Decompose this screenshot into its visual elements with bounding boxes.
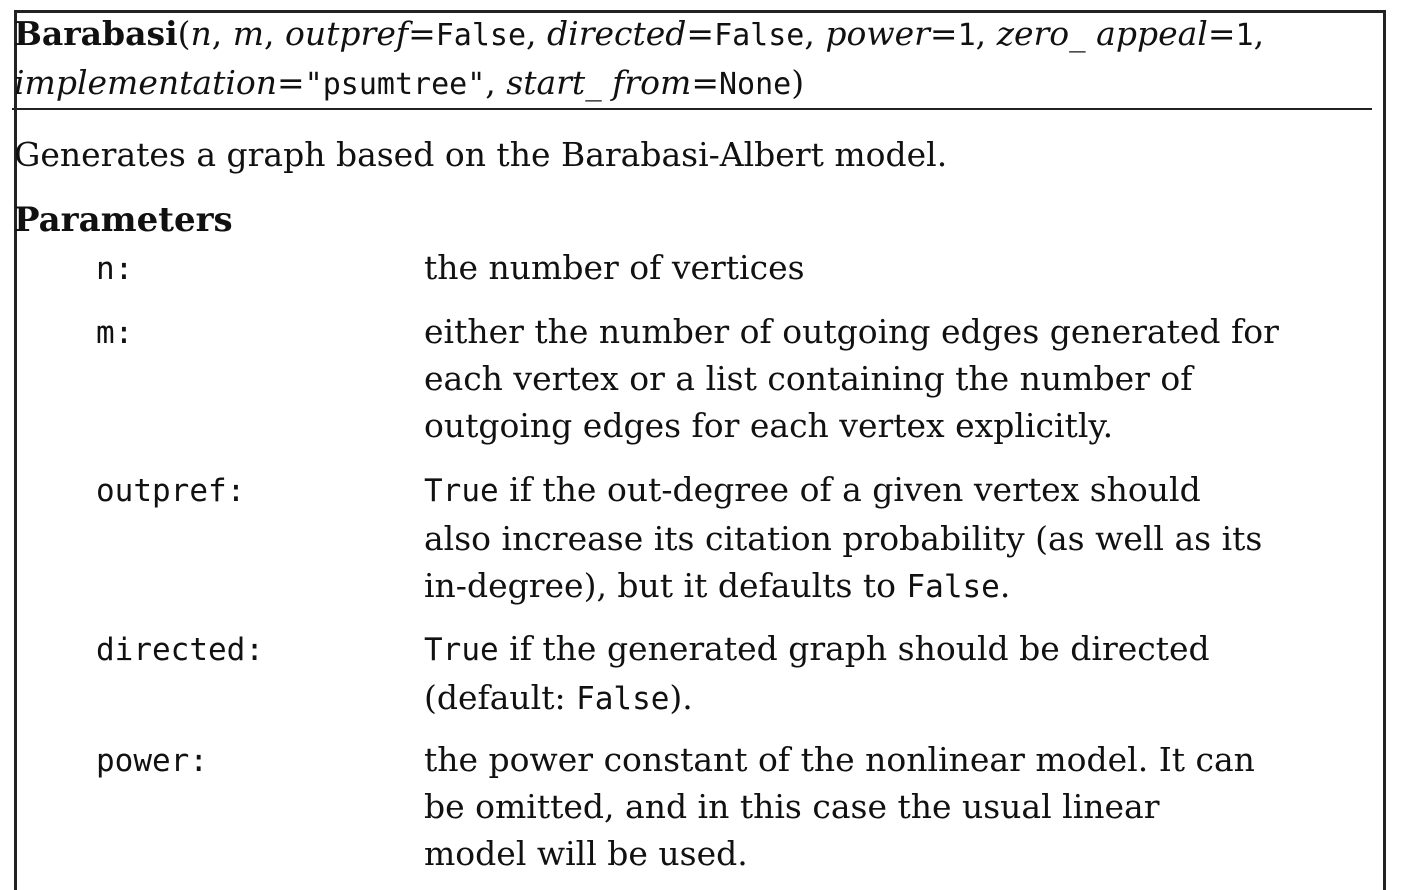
param-desc-line: the number of vertices bbox=[424, 244, 1304, 291]
param-text: ). bbox=[669, 678, 693, 717]
param-desc-line: outgoing edges for each vertex explicitl… bbox=[424, 402, 1304, 449]
param-text: outgoing edges for each vertex explicitl… bbox=[424, 406, 1114, 445]
parameters-heading: Parameters bbox=[14, 200, 233, 240]
code-true: True bbox=[424, 632, 499, 668]
arg-separator: , bbox=[975, 14, 997, 53]
param-desc-line: in-degree), but it defaults to False. bbox=[424, 562, 1304, 611]
param-desc-line: also increase its citation probability (… bbox=[424, 515, 1304, 562]
equals-sign: = bbox=[277, 63, 305, 102]
arg-separator: , bbox=[485, 63, 507, 102]
arg-outpref: outpref bbox=[285, 14, 409, 53]
param-text: if the out-degree of a given vertex shou… bbox=[498, 470, 1201, 509]
param-desc-line: the power constant of the nonlinear mode… bbox=[424, 736, 1304, 783]
arg-m: m bbox=[232, 14, 265, 53]
arg-implementation: implementation bbox=[14, 63, 278, 102]
equals-sign: = bbox=[691, 63, 719, 102]
arg-power-default: 1 bbox=[957, 18, 976, 53]
arg-directed: directed bbox=[547, 14, 687, 53]
param-text: in-degree), but it defaults to bbox=[424, 566, 907, 605]
arg-separator: , bbox=[264, 14, 286, 53]
arg-zero-appeal: zero_ appeal bbox=[996, 14, 1208, 53]
param-desc-line: be omitted, and in this case the usual l… bbox=[424, 783, 1304, 830]
code-true: True bbox=[424, 473, 499, 509]
param-text: if the generated graph should be directe… bbox=[498, 629, 1210, 668]
param-desc-line: either the number of outgoing edges gene… bbox=[424, 308, 1304, 355]
equals-sign: = bbox=[408, 14, 436, 53]
function-signature: Barabasi(n, m, outpref=False, directed=F… bbox=[14, 10, 1354, 108]
param-text: the power constant of the nonlinear mode… bbox=[424, 740, 1255, 779]
code-false: False bbox=[576, 681, 670, 717]
signature-line-2: implementation="psumtree", start_ from=N… bbox=[14, 59, 1354, 108]
param-text: each vertex or a list containing the num… bbox=[424, 359, 1193, 398]
arg-start-from: start_ from bbox=[506, 63, 692, 102]
param-desc-m: either the number of outgoing edges gene… bbox=[424, 308, 1304, 449]
param-name-outpref: outpref: bbox=[96, 473, 246, 509]
param-desc-directed: True if the generated graph should be di… bbox=[424, 625, 1304, 723]
param-desc-line: True if the generated graph should be di… bbox=[424, 625, 1304, 674]
param-name-directed: directed: bbox=[96, 632, 264, 668]
param-text: be omitted, and in this case the usual l… bbox=[424, 787, 1160, 826]
signature-line-1: Barabasi(n, m, outpref=False, directed=F… bbox=[14, 10, 1354, 59]
param-name-power: power: bbox=[96, 743, 208, 779]
arg-power: power bbox=[825, 14, 930, 53]
equals-sign: = bbox=[686, 14, 715, 53]
arg-separator: , bbox=[211, 14, 233, 53]
param-name-n: n: bbox=[96, 251, 134, 287]
param-desc-line: True if the out-degree of a given vertex… bbox=[424, 466, 1304, 515]
arg-outpref-default: False bbox=[435, 18, 527, 53]
arg-separator: , bbox=[526, 14, 548, 53]
function-name: Barabasi bbox=[14, 14, 178, 53]
param-name-m: m: bbox=[96, 315, 134, 351]
param-desc-line: (default: False). bbox=[424, 674, 1304, 723]
open-paren: ( bbox=[177, 14, 191, 53]
param-desc-n: the number of vertices bbox=[424, 244, 1304, 291]
close-paren: ) bbox=[791, 63, 805, 102]
arg-separator: , bbox=[1253, 14, 1265, 53]
param-text: (default: bbox=[424, 678, 577, 717]
param-desc-line: each vertex or a list containing the num… bbox=[424, 355, 1304, 402]
param-desc-line: model will be used. bbox=[424, 830, 1304, 877]
param-text: . bbox=[999, 566, 1011, 605]
equals-sign: = bbox=[1207, 14, 1236, 53]
header-divider bbox=[12, 108, 1372, 110]
param-text: also increase its citation probability (… bbox=[424, 519, 1263, 558]
arg-start-from-default: None bbox=[718, 67, 792, 102]
param-text: model will be used. bbox=[424, 834, 748, 873]
param-desc-power: the power constant of the nonlinear mode… bbox=[424, 736, 1304, 877]
arg-separator: , bbox=[804, 14, 826, 53]
code-false: False bbox=[906, 569, 1000, 605]
function-description: Generates a graph based on the Barabasi-… bbox=[14, 135, 948, 174]
equals-sign: = bbox=[929, 14, 958, 53]
param-text: either the number of outgoing edges gene… bbox=[424, 312, 1279, 351]
param-desc-outpref: True if the out-degree of a given vertex… bbox=[424, 466, 1304, 611]
arg-directed-default: False bbox=[714, 18, 805, 53]
param-text: the number of vertices bbox=[424, 248, 805, 287]
arg-zero-appeal-default: 1 bbox=[1235, 18, 1254, 53]
arg-n: n bbox=[190, 14, 212, 53]
arg-implementation-default: "psumtree" bbox=[304, 67, 486, 102]
